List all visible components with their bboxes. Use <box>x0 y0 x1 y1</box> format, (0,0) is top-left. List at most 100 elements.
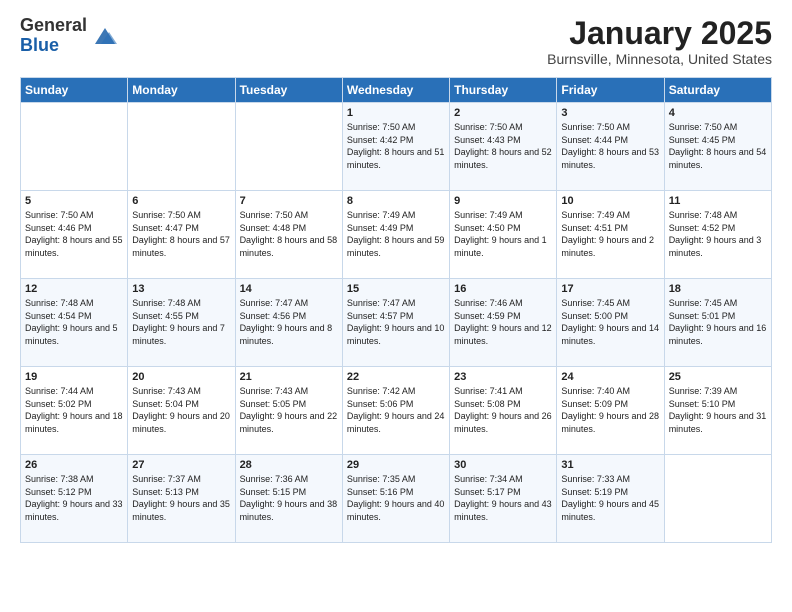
month-title: January 2025 <box>547 16 772 51</box>
day-cell: 9 Sunrise: 7:49 AM Sunset: 4:50 PM Daylig… <box>450 191 557 279</box>
day-number: 14 <box>240 283 338 295</box>
col-sunday: Sunday <box>21 78 128 103</box>
day-info: Sunrise: 7:37 AM Sunset: 5:13 PM Dayligh… <box>132 473 230 523</box>
day-cell: 30 Sunrise: 7:34 AM Sunset: 5:17 PM Dayli… <box>450 455 557 543</box>
day-cell <box>128 103 235 191</box>
week-row-0: 1 Sunrise: 7:50 AM Sunset: 4:42 PM Daylig… <box>21 103 772 191</box>
day-cell: 29Sunrise: 7:35 AM Sunset: 5:16 PM Dayli… <box>342 455 449 543</box>
day-number: 25 <box>669 371 767 383</box>
day-number: 31 <box>561 459 659 471</box>
day-info: Sunrise: 7:50 AM Sunset: 4:45 PM Dayligh… <box>669 121 767 171</box>
day-info: Sunrise: 7:47 AM Sunset: 4:56 PM Dayligh… <box>240 297 338 347</box>
day-number: 7 <box>240 195 338 207</box>
logo-blue: Blue <box>20 36 87 56</box>
day-info: Sunrise: 7:44 AM Sunset: 5:02 PM Dayligh… <box>25 385 123 435</box>
logo-icon <box>91 22 119 50</box>
day-info: Sunrise: 7:42 AM Sunset: 5:06 PM Dayligh… <box>347 385 445 435</box>
logo-general: General <box>20 16 87 36</box>
day-info: Sunrise: 7:39 AM Sunset: 5:10 PM Dayligh… <box>669 385 767 435</box>
calendar-table: Sunday Monday Tuesday Wednesday Thursday… <box>20 77 772 543</box>
day-number: 17 <box>561 283 659 295</box>
location: Burnsville, Minnesota, United States <box>547 51 772 67</box>
day-info: Sunrise: 7:34 AM Sunset: 5:17 PM Dayligh… <box>454 473 552 523</box>
day-cell: 18Sunrise: 7:45 AM Sunset: 5:01 PM Dayli… <box>664 279 771 367</box>
header: General Blue January 2025 Burnsville, Mi… <box>20 16 772 67</box>
title-block: January 2025 Burnsville, Minnesota, Unit… <box>547 16 772 67</box>
day-info: Sunrise: 7:50 AM Sunset: 4:42 PM Dayligh… <box>347 121 445 171</box>
day-cell: 3Sunrise: 7:50 AM Sunset: 4:44 PM Daylig… <box>557 103 664 191</box>
day-info: Sunrise: 7:50 AM Sunset: 4:44 PM Dayligh… <box>561 121 659 171</box>
week-row-1: 5Sunrise: 7:50 AM Sunset: 4:46 PM Daylig… <box>21 191 772 279</box>
day-number: 28 <box>240 459 338 471</box>
day-cell: 13Sunrise: 7:48 AM Sunset: 4:55 PM Dayli… <box>128 279 235 367</box>
day-cell <box>664 455 771 543</box>
day-info: Sunrise: 7:48 AM Sunset: 4:55 PM Dayligh… <box>132 297 230 347</box>
day-info: Sunrise: 7:43 AM Sunset: 5:05 PM Dayligh… <box>240 385 338 435</box>
day-cell: 10 Sunrise: 7:49 AM Sunset: 4:51 PM Dayli… <box>557 191 664 279</box>
day-cell: 22 Sunrise: 7:42 AM Sunset: 5:06 PM Dayli… <box>342 367 449 455</box>
day-cell: 31 Sunrise: 7:33 AM Sunset: 5:19 PM Dayli… <box>557 455 664 543</box>
day-cell: 15Sunrise: 7:47 AM Sunset: 4:57 PM Dayli… <box>342 279 449 367</box>
day-info: Sunrise: 7:49 AM Sunset: 4:50 PM Dayligh… <box>454 209 552 259</box>
day-info: Sunrise: 7:50 AM Sunset: 4:46 PM Dayligh… <box>25 209 123 259</box>
day-cell: 12Sunrise: 7:48 AM Sunset: 4:54 PM Dayli… <box>21 279 128 367</box>
day-cell: 23Sunrise: 7:41 AM Sunset: 5:08 PM Dayli… <box>450 367 557 455</box>
day-info: Sunrise: 7:43 AM Sunset: 5:04 PM Dayligh… <box>132 385 230 435</box>
day-info: Sunrise: 7:36 AM Sunset: 5:15 PM Dayligh… <box>240 473 338 523</box>
day-cell: 4 Sunrise: 7:50 AM Sunset: 4:45 PM Daylig… <box>664 103 771 191</box>
day-number: 15 <box>347 283 445 295</box>
day-number: 1 <box>347 107 445 119</box>
day-cell: 2 Sunrise: 7:50 AM Sunset: 4:43 PM Daylig… <box>450 103 557 191</box>
week-row-2: 12Sunrise: 7:48 AM Sunset: 4:54 PM Dayli… <box>21 279 772 367</box>
calendar-body: 1 Sunrise: 7:50 AM Sunset: 4:42 PM Daylig… <box>21 103 772 543</box>
col-tuesday: Tuesday <box>235 78 342 103</box>
logo: General Blue <box>20 16 119 56</box>
day-cell: 25 Sunrise: 7:39 AM Sunset: 5:10 PM Dayli… <box>664 367 771 455</box>
page-container: General Blue January 2025 Burnsville, Mi… <box>0 0 792 553</box>
day-number: 29 <box>347 459 445 471</box>
day-number: 4 <box>669 107 767 119</box>
day-number: 19 <box>25 371 123 383</box>
day-number: 8 <box>347 195 445 207</box>
day-number: 9 <box>454 195 552 207</box>
day-number: 23 <box>454 371 552 383</box>
day-cell: 17Sunrise: 7:45 AM Sunset: 5:00 PM Dayli… <box>557 279 664 367</box>
col-thursday: Thursday <box>450 78 557 103</box>
day-info: Sunrise: 7:48 AM Sunset: 4:54 PM Dayligh… <box>25 297 123 347</box>
day-info: Sunrise: 7:49 AM Sunset: 4:51 PM Dayligh… <box>561 209 659 259</box>
day-info: Sunrise: 7:38 AM Sunset: 5:12 PM Dayligh… <box>25 473 123 523</box>
day-cell: 19 Sunrise: 7:44 AM Sunset: 5:02 PM Dayli… <box>21 367 128 455</box>
day-cell: 27 Sunrise: 7:37 AM Sunset: 5:13 PM Dayli… <box>128 455 235 543</box>
day-info: Sunrise: 7:50 AM Sunset: 4:43 PM Dayligh… <box>454 121 552 171</box>
day-cell: 20 Sunrise: 7:43 AM Sunset: 5:04 PM Dayli… <box>128 367 235 455</box>
day-number: 2 <box>454 107 552 119</box>
col-monday: Monday <box>128 78 235 103</box>
week-row-4: 26 Sunrise: 7:38 AM Sunset: 5:12 PM Dayli… <box>21 455 772 543</box>
day-cell <box>21 103 128 191</box>
day-number: 6 <box>132 195 230 207</box>
day-number: 11 <box>669 195 767 207</box>
day-info: Sunrise: 7:46 AM Sunset: 4:59 PM Dayligh… <box>454 297 552 347</box>
week-row-3: 19 Sunrise: 7:44 AM Sunset: 5:02 PM Dayli… <box>21 367 772 455</box>
header-row: Sunday Monday Tuesday Wednesday Thursday… <box>21 78 772 103</box>
day-number: 30 <box>454 459 552 471</box>
day-number: 16 <box>454 283 552 295</box>
day-number: 22 <box>347 371 445 383</box>
day-cell: 28 Sunrise: 7:36 AM Sunset: 5:15 PM Dayli… <box>235 455 342 543</box>
day-cell: 11Sunrise: 7:48 AM Sunset: 4:52 PM Dayli… <box>664 191 771 279</box>
day-number: 27 <box>132 459 230 471</box>
day-number: 26 <box>25 459 123 471</box>
day-info: Sunrise: 7:33 AM Sunset: 5:19 PM Dayligh… <box>561 473 659 523</box>
day-number: 20 <box>132 371 230 383</box>
day-info: Sunrise: 7:50 AM Sunset: 4:48 PM Dayligh… <box>240 209 338 259</box>
day-cell: 7 Sunrise: 7:50 AM Sunset: 4:48 PM Daylig… <box>235 191 342 279</box>
day-info: Sunrise: 7:40 AM Sunset: 5:09 PM Dayligh… <box>561 385 659 435</box>
day-cell: 14 Sunrise: 7:47 AM Sunset: 4:56 PM Dayli… <box>235 279 342 367</box>
day-cell: 21 Sunrise: 7:43 AM Sunset: 5:05 PM Dayli… <box>235 367 342 455</box>
day-number: 10 <box>561 195 659 207</box>
logo-text: General Blue <box>20 16 87 56</box>
col-wednesday: Wednesday <box>342 78 449 103</box>
day-number: 21 <box>240 371 338 383</box>
day-info: Sunrise: 7:45 AM Sunset: 5:01 PM Dayligh… <box>669 297 767 347</box>
col-friday: Friday <box>557 78 664 103</box>
